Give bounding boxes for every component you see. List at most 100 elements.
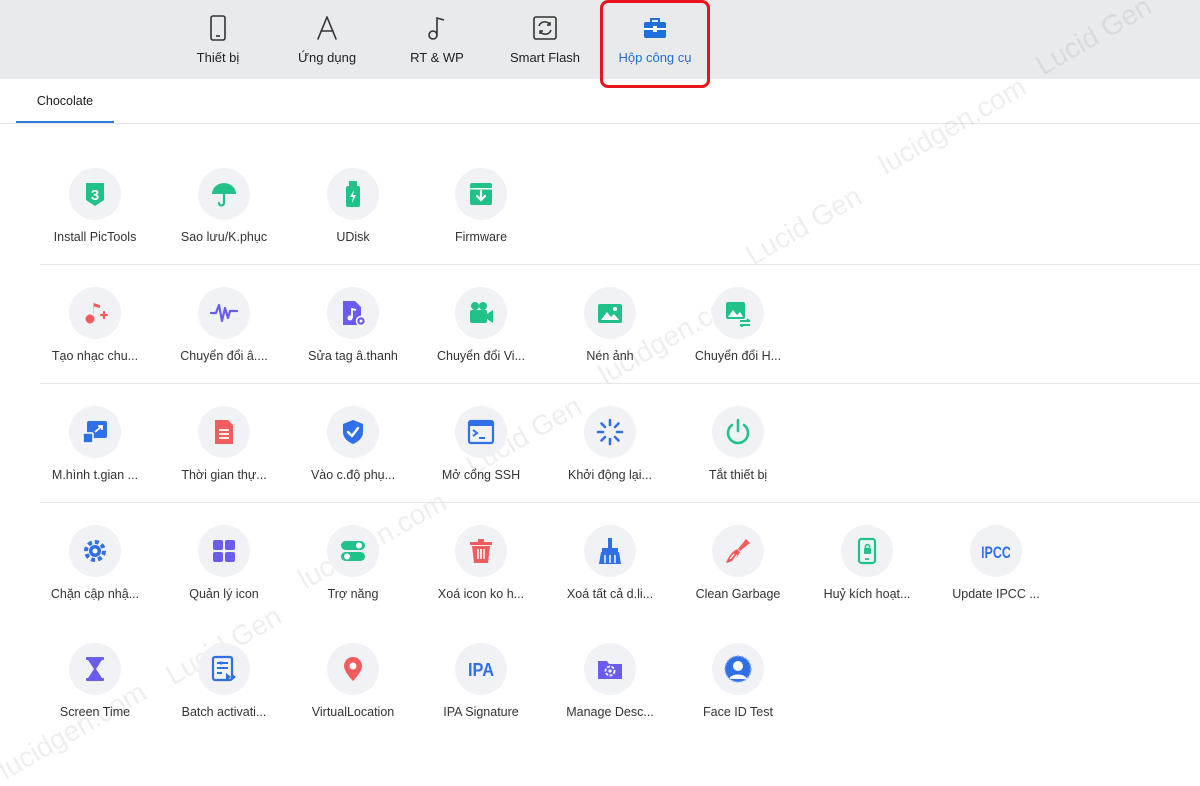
tool-block-update[interactable]: Chặn cập nhậ... (31, 525, 159, 625)
tool-label: Screen Time (59, 705, 131, 719)
ipcc-text-icon: IPCC (982, 543, 1010, 562)
tool-edit-audio-tag[interactable]: Sửa tag â.thanh (289, 287, 417, 387)
tool-heic-converter[interactable]: Chuyển đổi H... (674, 287, 802, 387)
tool-label: VirtualLocation (311, 705, 395, 719)
tool-icon-manager[interactable]: Quản lý icon (160, 525, 288, 625)
three-shield-icon: 3 (86, 183, 104, 206)
hourglass-icon (86, 657, 104, 681)
audio-wave-icon (210, 303, 238, 323)
music-file-gear-icon (343, 301, 367, 327)
shield-check-icon (343, 420, 363, 444)
toggle-icon (341, 541, 365, 561)
tool-label: Nén ảnh (586, 349, 634, 363)
tool-label: Chặn cập nhậ... (50, 587, 140, 601)
tool-label: Khởi động lại... (568, 468, 652, 482)
grid-icon (213, 540, 235, 562)
terminal-icon (467, 419, 495, 445)
ipcc-icon-text: IPCC (982, 543, 1010, 562)
tool-label: Chuyển đổi Vi... (436, 349, 526, 363)
tool-audio-converter[interactable]: Chuyển đổi â.... (160, 287, 288, 387)
tool-virtual-location[interactable]: VirtualLocation (289, 643, 417, 743)
tool-firmware[interactable]: Firmware (417, 168, 545, 268)
tool-label: Vào c.độ phụ... (310, 468, 396, 482)
face-id-icon (724, 655, 752, 683)
tool-label: Xoá icon ko h... (437, 587, 525, 601)
music-note-icon (428, 16, 445, 40)
tool-ipa-signature[interactable]: IPA IPA Signature (417, 643, 545, 743)
tool-open-ssh[interactable]: Mở cổng SSH (417, 406, 545, 506)
gear-icon (84, 540, 106, 562)
tool-label: M.hình t.gian ... (51, 468, 139, 482)
ipa-text-icon: IPA (468, 660, 494, 680)
subtab-divider (0, 123, 1200, 124)
tool-label: Tắt thiết bị (708, 468, 768, 482)
tool-shutdown[interactable]: Tắt thiết bị (674, 406, 802, 506)
tool-deactivate[interactable]: Huỷ kích hoạt... (803, 525, 931, 625)
tool-label: Manage Desc... (566, 705, 654, 719)
trash-icon (470, 539, 492, 563)
ipa-icon-text: IPA (468, 660, 494, 680)
location-pin-icon (344, 657, 362, 681)
tool-update-ipcc[interactable]: IPCC Update IPCC ... (932, 525, 1060, 625)
highlight-box (600, 0, 710, 88)
folder-gear-icon (598, 661, 622, 679)
tool-backup-restore[interactable]: Sao lưu/K.phục (160, 168, 288, 268)
tool-accessibility[interactable]: Trợ năng (289, 525, 417, 625)
subtab-chocolate[interactable]: Chocolate (16, 79, 114, 124)
document-icon (215, 420, 233, 444)
tool-label: Update IPCC ... (952, 587, 1040, 601)
music-plus-icon (85, 303, 109, 324)
tool-install-pictools[interactable]: 3 Install PicTools (31, 168, 159, 268)
watermark: lucidgen.com (873, 70, 1032, 181)
tool-erase-all-data[interactable]: Xoá tất cả d.li... (546, 525, 674, 625)
screen-mirror-icon (82, 421, 107, 444)
subtab-label: Chocolate (36, 94, 94, 108)
nav-tab-device[interactable]: Thiết bị (163, 0, 273, 79)
svg-text:3: 3 (91, 187, 99, 204)
tool-realtime-screen[interactable]: M.hình t.gian ... (31, 406, 159, 506)
tool-label: Huỷ kích hoạt... (823, 587, 911, 601)
nav-tab-ringtones[interactable]: RT & WP (382, 0, 492, 79)
tool-remove-hidden-icon[interactable]: Xoá icon ko h... (417, 525, 545, 625)
tool-label: Mở cổng SSH (441, 468, 521, 482)
tool-label: Chuyển đổi â.... (180, 349, 268, 363)
batch-list-icon (211, 655, 236, 682)
image-icon (598, 304, 622, 323)
tool-label: Trợ năng (327, 587, 379, 601)
tool-batch-activation[interactable]: Batch activati... (160, 643, 288, 743)
tool-label: Quản lý icon (189, 587, 259, 601)
tool-label: Face ID Test (703, 705, 773, 719)
tool-clean-garbage[interactable]: Clean Garbage (674, 525, 802, 625)
power-icon (726, 418, 750, 445)
nav-label: Thiết bị (196, 50, 240, 65)
tool-label: Thời gian thự... (181, 468, 267, 482)
nav-label: RT & WP (410, 50, 464, 65)
video-camera-icon (470, 302, 493, 323)
tool-label: Sao lưu/K.phục (180, 230, 268, 244)
tool-udisk[interactable]: UDisk (289, 168, 417, 268)
tool-label: Tạo nhạc chu... (51, 349, 139, 363)
tool-label: Install PicTools (53, 230, 137, 244)
nav-label: Smart Flash (509, 50, 581, 65)
broom-icon (599, 538, 621, 564)
nav-tab-apps[interactable]: Ứng dụng (272, 0, 382, 79)
tool-realtime-log[interactable]: Thời gian thự... (160, 406, 288, 506)
download-box-icon (470, 183, 492, 205)
usb-drive-icon (346, 181, 360, 207)
watermark: Lucid Gen (740, 180, 867, 271)
tool-compress-image[interactable]: Nén ảnh (546, 287, 674, 387)
tool-screen-time[interactable]: Screen Time (31, 643, 159, 743)
tool-manage-description[interactable]: Manage Desc... (546, 643, 674, 743)
tool-label: Firmware (454, 230, 508, 244)
flash-refresh-icon (533, 16, 557, 40)
tool-face-id-test[interactable]: Face ID Test (674, 643, 802, 743)
tool-video-converter[interactable]: Chuyển đổi Vi... (417, 287, 545, 387)
tool-reboot[interactable]: Khởi động lại... (546, 406, 674, 506)
tool-recovery-mode[interactable]: Vào c.độ phụ... (289, 406, 417, 506)
tool-label: IPA Signature (443, 705, 519, 719)
tool-label: UDisk (336, 230, 370, 244)
app-store-icon (317, 16, 337, 40)
tool-ringtone-maker[interactable]: Tạo nhạc chu... (31, 287, 159, 387)
nav-tab-smart-flash[interactable]: Smart Flash (490, 0, 600, 79)
tool-label: Batch activati... (181, 705, 267, 719)
